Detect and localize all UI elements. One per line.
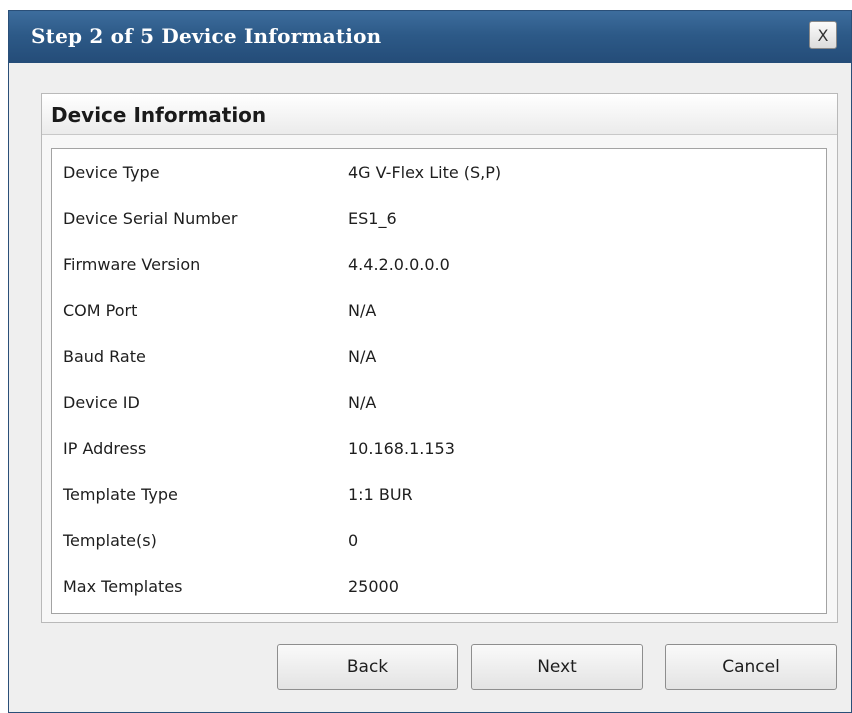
row-value: 4G V-Flex Lite (S,P) xyxy=(348,163,502,182)
row-label: Baud Rate xyxy=(63,347,146,366)
row-value: 25000 xyxy=(348,577,399,596)
row-baud-rate: Baud Rate N/A xyxy=(52,347,826,393)
dialog-title: Step 2 of 5 Device Information xyxy=(31,24,382,48)
row-value: 10.168.1.153 xyxy=(348,439,455,458)
row-label: Device Serial Number xyxy=(63,209,238,228)
row-value: ES1_6 xyxy=(348,209,397,228)
panel-title: Device Information xyxy=(51,103,267,127)
row-label: IP Address xyxy=(63,439,147,458)
title-bar: Step 2 of 5 Device Information X xyxy=(9,11,851,63)
close-button[interactable]: X xyxy=(809,21,837,49)
row-label: Max Templates xyxy=(63,577,183,596)
row-label: COM Port xyxy=(63,301,138,320)
row-value: 0 xyxy=(348,531,359,550)
row-firmware-version: Firmware Version 4.4.2.0.0.0.0 xyxy=(52,255,826,301)
back-button[interactable]: Back xyxy=(277,644,458,690)
row-com-port: COM Port N/A xyxy=(52,301,826,347)
row-template-type: Template Type 1:1 BUR xyxy=(52,485,826,531)
row-device-id: Device ID N/A xyxy=(52,393,826,439)
row-label: Template(s) xyxy=(63,531,157,550)
device-information-panel: Device Information Device Type 4G V-Flex… xyxy=(41,93,838,623)
row-ip-address: IP Address 10.168.1.153 xyxy=(52,439,826,485)
row-label: Firmware Version xyxy=(63,255,201,274)
close-icon: X xyxy=(817,25,829,45)
row-value: N/A xyxy=(348,347,377,366)
device-info-table: Device Type 4G V-Flex Lite (S,P) Device … xyxy=(51,148,827,614)
next-button[interactable]: Next xyxy=(471,644,643,690)
row-value: 1:1 BUR xyxy=(348,485,413,504)
row-value: 4.4.2.0.0.0.0 xyxy=(348,255,450,274)
row-value: N/A xyxy=(348,393,377,412)
row-label: Device Type xyxy=(63,163,160,182)
cancel-button[interactable]: Cancel xyxy=(665,644,837,690)
row-label: Device ID xyxy=(63,393,140,412)
row-max-templates: Max Templates 25000 xyxy=(52,577,826,623)
row-device-type: Device Type 4G V-Flex Lite (S,P) xyxy=(52,163,826,209)
row-value: N/A xyxy=(348,301,377,320)
row-device-serial-number: Device Serial Number ES1_6 xyxy=(52,209,826,255)
panel-header: Device Information xyxy=(42,94,837,135)
device-information-dialog: Step 2 of 5 Device Information X Device … xyxy=(8,10,852,713)
row-label: Template Type xyxy=(63,485,178,504)
row-templates: Template(s) 0 xyxy=(52,531,826,577)
